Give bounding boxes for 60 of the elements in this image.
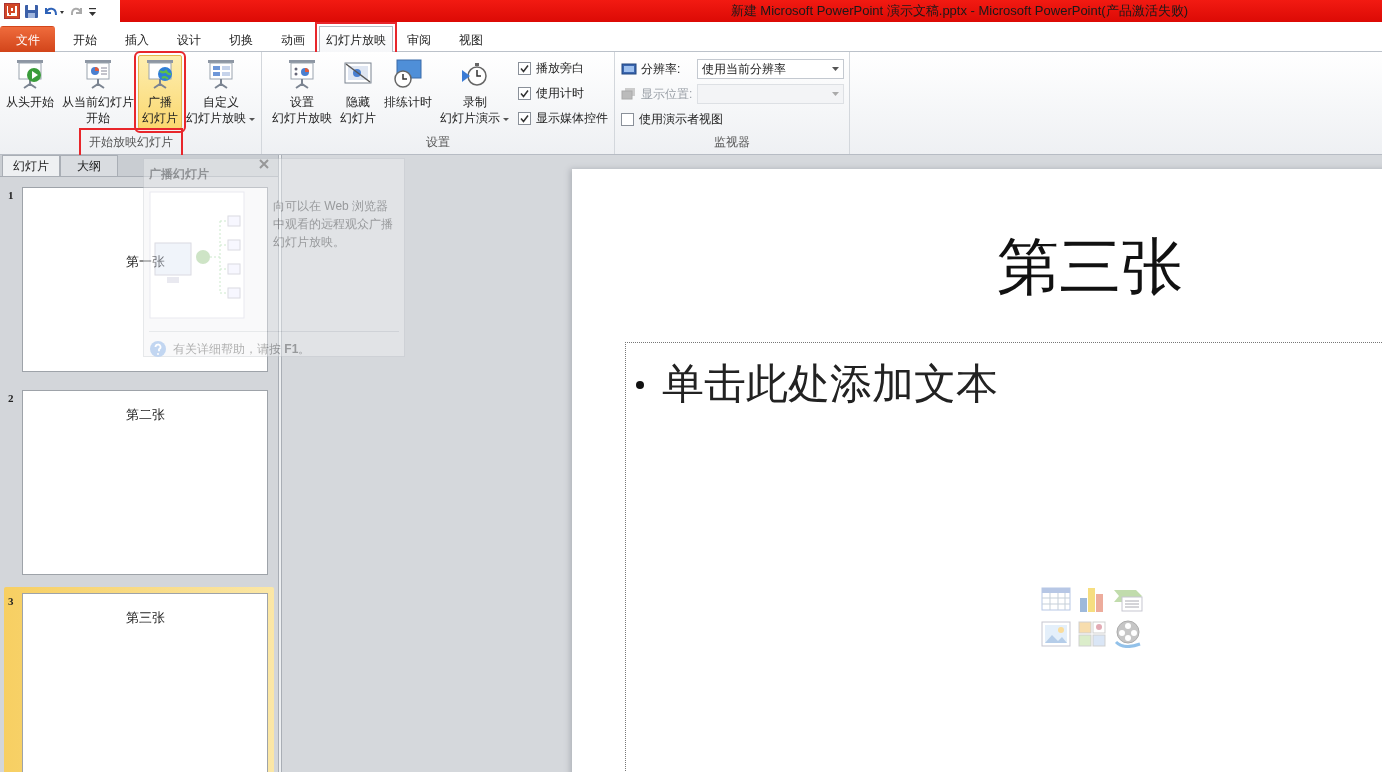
checkbox[interactable]: 使用计时 bbox=[518, 84, 609, 102]
checkbox-box[interactable] bbox=[621, 112, 634, 126]
slide-title[interactable]: 第三张 bbox=[997, 221, 1183, 314]
checkbox[interactable]: 显示媒体控件 bbox=[518, 109, 609, 127]
setup-show-icon bbox=[286, 58, 318, 90]
ribbon-tab[interactable]: 切换 bbox=[215, 26, 267, 52]
slide-number: 3 bbox=[8, 594, 15, 609]
caret-icon bbox=[832, 91, 839, 97]
current-slide-icon bbox=[82, 58, 114, 90]
ribbon-tab[interactable]: 动画 bbox=[267, 26, 319, 52]
monitor-icon bbox=[621, 62, 637, 76]
ribbon-button[interactable]: 自定义 幻灯片放映 bbox=[182, 55, 261, 129]
ribbon-button[interactable]: 从头开始 bbox=[2, 55, 58, 113]
window-title: 新建 Microsoft PowerPoint 演示文稿.pptx - Microsoft PowerPoint(产品激活失败) bbox=[729, 2, 1189, 21]
tooltip-title: 广播幻灯片 bbox=[149, 166, 210, 183]
play-slideshow-icon bbox=[14, 58, 46, 90]
pane-tab[interactable]: 大纲 bbox=[60, 155, 118, 176]
slide-item[interactable]: 3 第三张 bbox=[4, 587, 274, 772]
ribbon-tab[interactable]: 插入 bbox=[111, 26, 163, 52]
globe-presentation-icon bbox=[144, 58, 176, 90]
checkbox[interactable]: 播放旁白 bbox=[518, 59, 609, 77]
file-tab[interactable]: 文件 bbox=[0, 26, 55, 52]
ribbon-button[interactable]: 设置 幻灯片放映 bbox=[268, 55, 336, 129]
dropdown-field[interactable]: 使用当前分辨率 bbox=[697, 59, 844, 79]
group-label: 监视器 bbox=[713, 134, 751, 151]
close-icon[interactable] bbox=[258, 158, 270, 170]
checkbox[interactable]: 使用演示者视图 bbox=[621, 110, 723, 128]
save-icon[interactable] bbox=[24, 3, 39, 19]
checkbox-box[interactable] bbox=[518, 111, 532, 125]
checkbox-box[interactable] bbox=[518, 61, 532, 75]
tooltip-text: 向可以在 Web 浏览器中观看的远程观众广播幻灯片放映。 bbox=[273, 198, 394, 251]
ribbon-button[interactable]: 隐藏 幻灯片 bbox=[336, 55, 380, 129]
caret-icon bbox=[832, 66, 839, 72]
ribbon-tab[interactable]: 视图 bbox=[445, 26, 497, 52]
image-icon[interactable] bbox=[1040, 618, 1072, 648]
field-label: 显示位置: bbox=[641, 86, 693, 103]
group-label: 设置 bbox=[425, 134, 451, 151]
table-icon[interactable] bbox=[1040, 584, 1072, 614]
checkbox-box[interactable] bbox=[518, 86, 532, 100]
monitor-icon bbox=[621, 87, 637, 101]
placeholder-text: 单击此处添加文本 bbox=[662, 360, 998, 409]
ribbon-button[interactable]: 排练计时 bbox=[380, 55, 436, 113]
help-text: 有关详细帮助，请按 F1。 bbox=[173, 341, 311, 358]
pane-tab[interactable]: 幻灯片 bbox=[2, 155, 60, 176]
slide-number: 2 bbox=[8, 391, 15, 406]
content-placeholder[interactable]: 单击此处添加文本 bbox=[625, 342, 1382, 772]
ribbon-button[interactable]: 录制 幻灯片演示 bbox=[436, 55, 515, 129]
field-label: 分辨率: bbox=[641, 61, 682, 78]
timer-slide-icon bbox=[392, 58, 424, 90]
help-icon bbox=[149, 340, 167, 358]
ribbon-tab[interactable]: 开始 bbox=[59, 26, 111, 52]
slide-thumbnail-title: 第二张 bbox=[125, 406, 165, 424]
ribbon-tab[interactable]: 审阅 bbox=[393, 26, 445, 52]
clip-art-icon[interactable] bbox=[1076, 618, 1108, 648]
bullet-icon bbox=[636, 380, 644, 389]
slide-thumbnail-title: 第三张 bbox=[125, 609, 165, 627]
app-logo-icon bbox=[4, 3, 20, 19]
ribbon-tab[interactable]: 设计 bbox=[163, 26, 215, 52]
slide-thumbnail-title: 第一张 bbox=[125, 253, 165, 271]
slide-number: 1 bbox=[8, 188, 15, 203]
